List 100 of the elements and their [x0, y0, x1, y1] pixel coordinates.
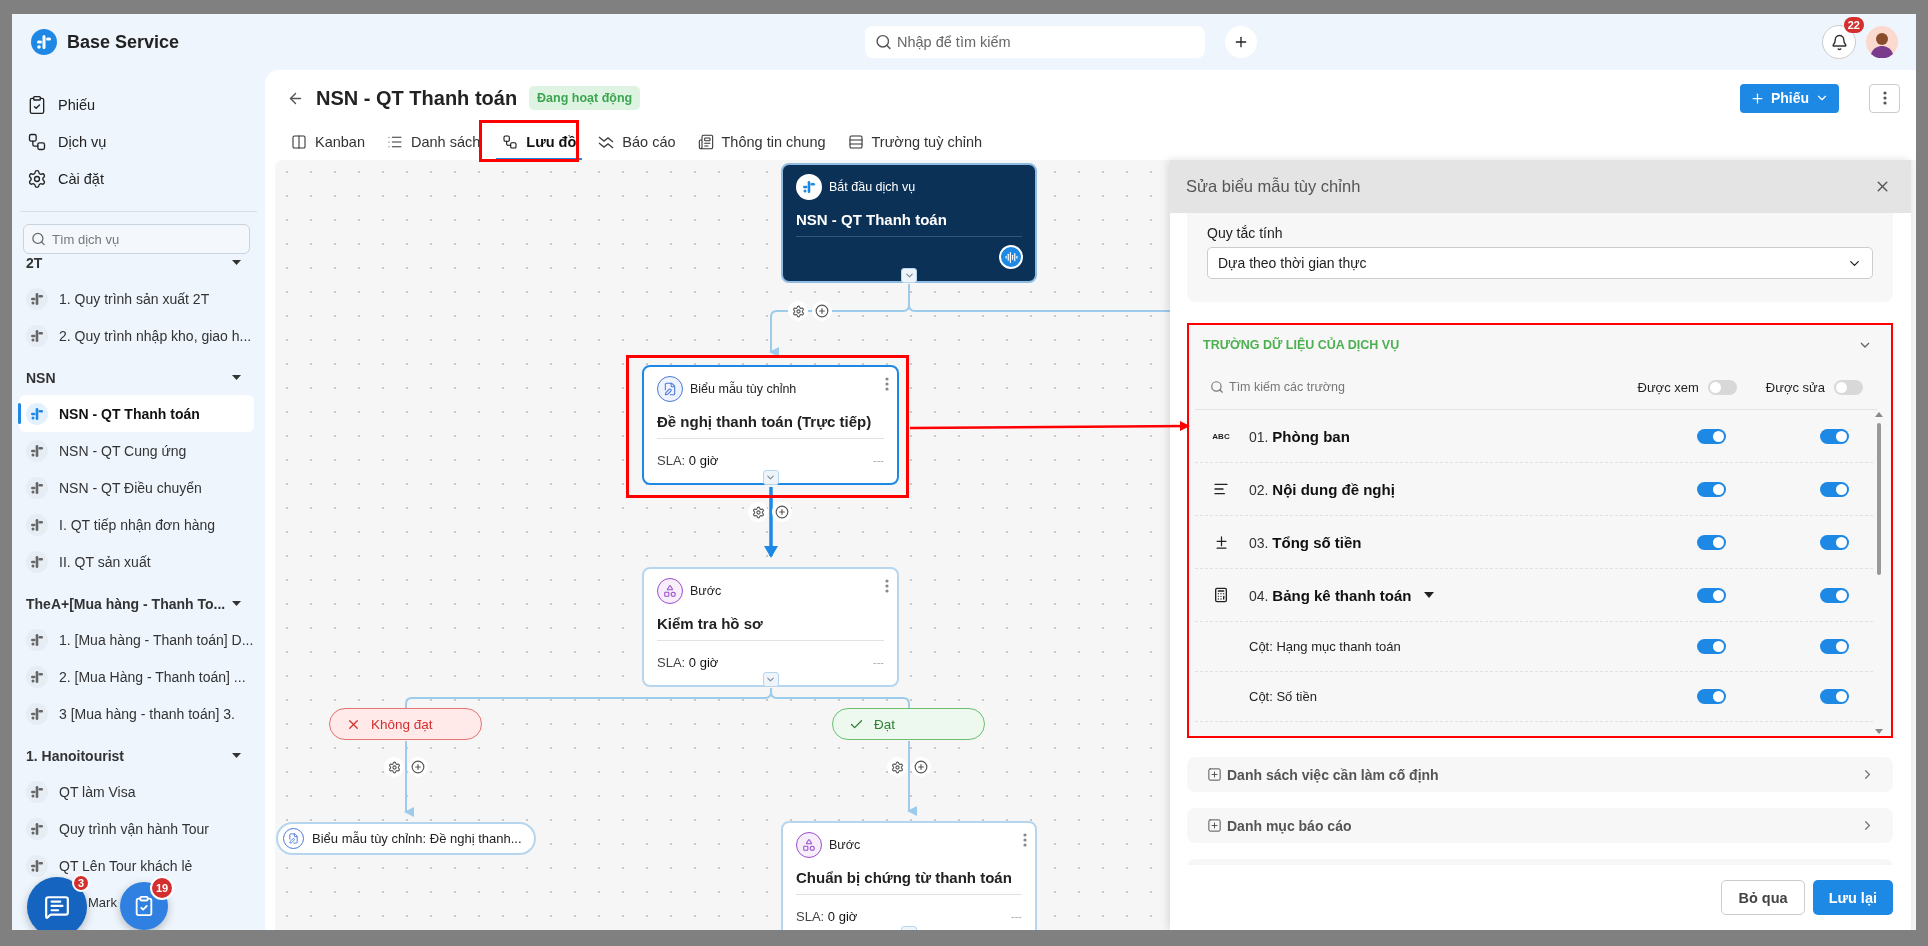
search-field[interactable]: Nhập để tìm kiếm [865, 26, 1205, 58]
calculator-icon [1213, 587, 1229, 603]
flow-node[interactable]: Bước Chuẩn bị chứng từ thanh toán SLA: 0 giờ --- [781, 821, 1037, 930]
new-ticket-button[interactable]: Phiếu [1739, 83, 1839, 113]
count-badge: 3 [72, 874, 90, 892]
toggle-switch[interactable] [1820, 481, 1849, 497]
cancel-button[interactable]: Bỏ qua [1721, 880, 1805, 915]
toggle-switch[interactable] [1820, 689, 1849, 704]
zigzag-icon [598, 134, 615, 150]
settings-button[interactable] [788, 301, 808, 321]
node-type: Bắt đầu dịch vụ [829, 180, 916, 194]
caret-icon[interactable] [232, 260, 241, 266]
tab[interactable]: Danh sách [381, 126, 487, 160]
plus-square-icon [1207, 818, 1222, 833]
node-title: Chuẩn bị chứng từ thanh toán [796, 868, 1013, 888]
settings-icon [27, 168, 47, 189]
service-icon [30, 291, 44, 306]
toggle-switch[interactable] [1697, 534, 1726, 550]
sla-text: SLA: 0 giờ [796, 908, 858, 924]
caret-icon[interactable] [232, 375, 241, 381]
settings-button[interactable] [887, 757, 907, 777]
expand-handle[interactable] [762, 672, 779, 687]
add-button[interactable] [1225, 26, 1257, 58]
toggle-switch[interactable] [1697, 639, 1726, 654]
toggle-switch[interactable] [1697, 587, 1726, 603]
service-item[interactable]: NSN - QT Điều chuyển [19, 469, 254, 506]
toggle-switch[interactable] [1820, 587, 1849, 603]
service-item[interactable]: NSN - QT Cung ứng [19, 432, 254, 469]
expand-handle[interactable] [901, 268, 917, 283]
toggle-switch[interactable] [1697, 428, 1726, 444]
rows-icon [847, 134, 864, 150]
lines-icon [1213, 481, 1229, 497]
collapsible-section[interactable]: Danh mục báo cáo [1187, 808, 1893, 843]
flow-node[interactable]: Biểu mẫu tùy chỉnh Đề nghị thanh toán (Trực tiếp) SLA: 0 giờ --- [642, 365, 899, 485]
toggle-switch[interactable] [1697, 481, 1726, 497]
add-button[interactable] [408, 757, 428, 777]
service-item[interactable]: I. QT tiếp nhận đơn hàng [19, 506, 254, 543]
toggle-switch[interactable] [1820, 534, 1849, 550]
branch-pill[interactable]: Đạt [832, 708, 985, 740]
branch-label: Đạt [874, 716, 895, 732]
search-field[interactable]: Tìm kiếm các trường [1209, 376, 1409, 398]
section-title: TRƯỜNG DỮ LIỆU CỦA DỊCH VỤ [1203, 338, 1400, 352]
page-title: NSN - QT Thanh toán [316, 86, 518, 110]
nav-item[interactable]: Cài đặt [12, 160, 265, 197]
nav-item[interactable]: Phiếu [12, 86, 265, 123]
service-item[interactable]: Quy trình vận hành Tour [19, 810, 254, 847]
expand-handle[interactable] [762, 470, 779, 485]
collapsible-section[interactable]: Danh sách việc cần làm cố định [1187, 757, 1893, 792]
node-title: Đề nghị thanh toán (Trực tiếp) [657, 412, 873, 432]
toggle-switch[interactable] [1707, 379, 1737, 395]
save-button[interactable]: Lưu lại [1812, 880, 1893, 915]
caret-icon[interactable] [232, 753, 241, 759]
chat-button[interactable] [27, 877, 87, 930]
toggle-switch[interactable] [1820, 639, 1849, 654]
tasks-button[interactable] [120, 882, 168, 930]
audio-bars-icon[interactable] [999, 245, 1023, 269]
service-icon [30, 669, 44, 684]
caret-icon[interactable] [1423, 590, 1434, 600]
scroll-down-icon[interactable] [1875, 729, 1883, 734]
tab[interactable]: Kanban [285, 126, 371, 160]
service-item[interactable]: 3 [Mua hàng - thanh toán] 3. [19, 695, 254, 732]
flow-node[interactable]: Bước Kiểm tra hồ sơ SLA: 0 giờ --- [642, 567, 899, 687]
add-button[interactable] [812, 301, 832, 321]
scrollbar[interactable] [1873, 410, 1885, 736]
sla-text: SLA: 0 giờ [657, 654, 719, 670]
toggle-switch[interactable] [1697, 689, 1726, 704]
service-item[interactable]: 2. [Mua Hàng - Thanh toán] ... [19, 658, 254, 695]
field-name: 01. Phòng ban [1249, 427, 1350, 445]
avatar[interactable] [1866, 26, 1898, 58]
panel-title: Sửa biểu mẫu tùy chỉnh [1186, 177, 1361, 196]
tab[interactable]: Báo cáo [592, 126, 682, 160]
plus-icon [1749, 90, 1765, 106]
service-item[interactable]: Mark [88, 884, 117, 921]
search-field[interactable]: Tìm dịch vụ [23, 224, 250, 254]
service-item[interactable]: 1. Quy trình sản xuất 2T [19, 280, 254, 317]
tab[interactable]: Thông tin chung [691, 126, 832, 160]
add-button[interactable] [911, 757, 931, 777]
search-icon [1210, 380, 1224, 394]
settings-button[interactable] [748, 502, 768, 522]
plus-square-icon [1207, 767, 1222, 782]
toggle-switch[interactable] [1834, 379, 1863, 395]
branch-pill[interactable]: Không đạt [329, 708, 482, 740]
settings-button[interactable] [384, 757, 404, 777]
tab[interactable]: Lưu đồ [496, 126, 583, 160]
scroll-up-icon[interactable] [1875, 412, 1883, 417]
caret-icon[interactable] [232, 601, 241, 607]
rule-select[interactable]: Dựa theo thời gian thực [1207, 247, 1873, 279]
nav-item[interactable]: Dịch vụ [12, 123, 265, 160]
link-node[interactable]: Biểu mẫu tùy chỉnh: Đề nghị thanh... [276, 822, 536, 855]
service-item[interactable]: 1. [Mua hàng - Thanh toán] D... [19, 621, 254, 658]
start-node[interactable]: Bắt đầu dịch vụ NSN - QT Thanh toán [781, 163, 1037, 283]
toggle-switch[interactable] [1820, 428, 1849, 444]
tab[interactable]: Trường tuỳ chỉnh [841, 126, 989, 160]
add-button[interactable] [772, 502, 792, 522]
service-item[interactable]: NSN - QT Thanh toán [19, 395, 254, 432]
service-item[interactable]: QT làm Visa [19, 773, 254, 810]
plus-circle-icon [411, 760, 425, 774]
service-item[interactable]: II. QT sản xuất [19, 543, 254, 580]
kebab-icon [885, 377, 889, 391]
service-item[interactable]: 2. Quy trình nhập kho, giao h... [19, 317, 254, 354]
